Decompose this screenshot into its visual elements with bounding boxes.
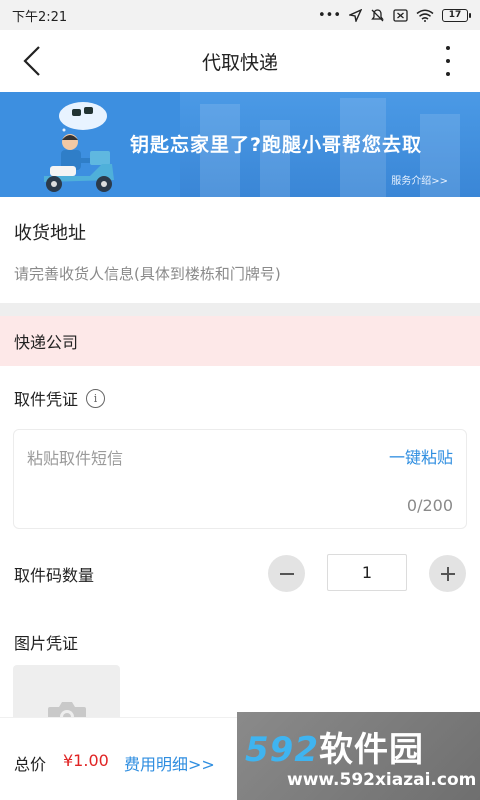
address-title: 收货地址	[14, 223, 86, 244]
total-price: ¥1.00	[63, 751, 109, 770]
address-hint: 请完善收货人信息(具体到楼栋和门牌号)	[14, 265, 281, 283]
more-dot	[446, 72, 450, 76]
section-divider	[0, 303, 480, 316]
banner-slogan: 钥匙忘家里了?跑腿小哥帮您去取	[130, 134, 423, 156]
mute-icon	[371, 8, 384, 21]
increment-button[interactable]	[429, 555, 466, 592]
plus-icon	[440, 566, 455, 581]
status-icons: ••• 17	[317, 7, 471, 23]
page-title: 代取快递	[201, 51, 278, 74]
service-banner[interactable]: 钥匙忘家里了?跑腿小哥帮您去取 服务介绍>>	[0, 92, 480, 197]
more-button[interactable]	[442, 44, 454, 78]
app-header: 代取快递	[0, 30, 480, 92]
status-time: 下午2:21	[12, 9, 68, 25]
watermark-url: www.592xiazai.com	[287, 770, 477, 790]
dots-icon: •••	[317, 7, 341, 23]
watermark-digits: 592	[245, 730, 319, 770]
quantity-input[interactable]: 1	[327, 554, 407, 591]
fee-detail-link[interactable]: 费用明细>>	[124, 751, 215, 775]
courier-company-row[interactable]: 快递公司	[0, 316, 480, 366]
sms-placeholder: 粘贴取件短信	[27, 449, 124, 468]
photo-voucher-label: 图片凭证	[14, 634, 79, 653]
chevron-left-icon	[23, 46, 40, 76]
total-label: 总价	[14, 755, 47, 774]
battery-icon: 17	[442, 8, 471, 22]
site-watermark: 592软件园 www.592xiazai.com	[237, 712, 480, 800]
voucher-title: 取件凭证 i	[14, 386, 106, 410]
more-dot	[446, 46, 450, 50]
status-bar: 下午2:21 ••• 17	[0, 0, 480, 30]
quantity-label: 取件码数量	[14, 566, 95, 585]
watermark-logo-text: 软件园	[318, 730, 424, 770]
photo-upload-button[interactable]	[13, 665, 120, 725]
wifi-icon	[416, 9, 434, 22]
voucher-title-label: 取件凭证	[14, 390, 79, 409]
address-section[interactable]: 收货地址 请完善收货人信息(具体到楼栋和门牌号)	[0, 197, 480, 303]
sms-input[interactable]: 粘贴取件短信 一键粘贴 0/200	[13, 429, 467, 529]
minus-icon	[279, 572, 294, 575]
courier-company-label: 快递公司	[14, 333, 79, 352]
decrement-button[interactable]	[268, 555, 305, 592]
sim-icon	[393, 8, 408, 22]
back-button[interactable]	[14, 42, 50, 80]
paste-button[interactable]: 一键粘贴	[389, 444, 453, 468]
more-dot	[446, 59, 450, 63]
info-icon[interactable]: i	[86, 388, 106, 408]
service-intro-link[interactable]: 服务介绍>>	[391, 172, 448, 187]
char-count: 0/200	[406, 496, 453, 515]
location-icon	[349, 8, 362, 22]
watermark-logo: 592软件园	[245, 722, 424, 771]
